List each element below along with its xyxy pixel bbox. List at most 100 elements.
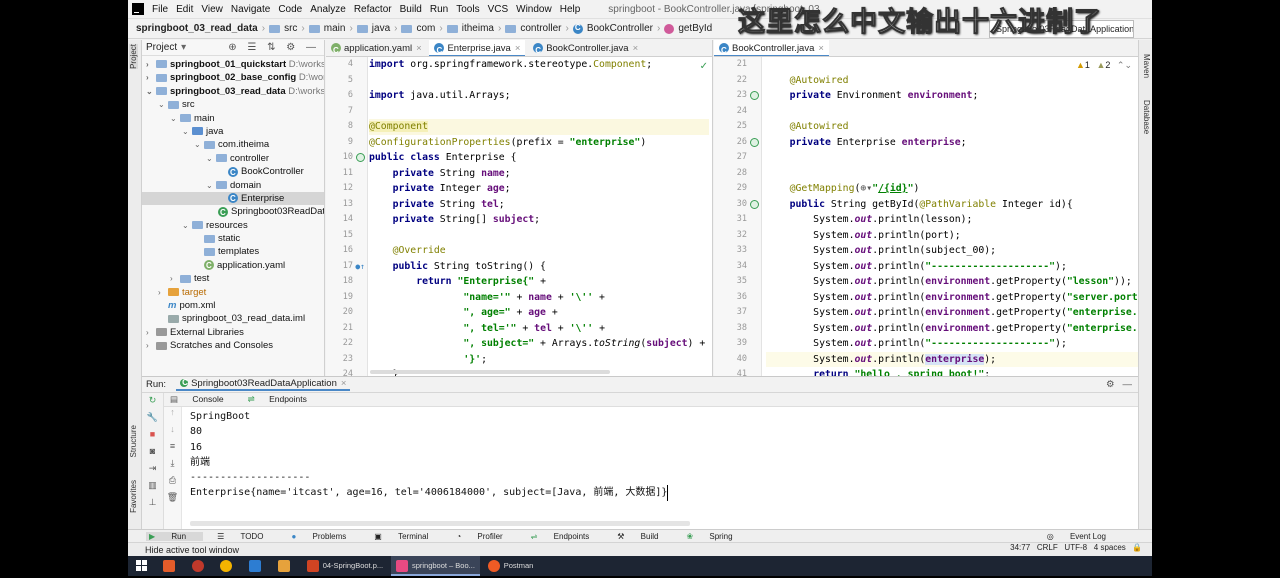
spring-bean-gutter-icon[interactable] [750,91,759,100]
tab-maven-vertical[interactable]: Maven [1142,54,1151,78]
menu-run[interactable]: Run [430,4,448,15]
menu-refactor[interactable]: Refactor [354,4,392,15]
exit-icon[interactable]: ⇥ [142,463,163,480]
menu-build[interactable]: Build [400,4,422,15]
tree-item-folder[interactable]: › target [142,286,324,299]
taskbar-app[interactable] [244,556,270,576]
close-icon[interactable]: × [633,43,639,54]
trash-icon[interactable]: 🗑 [164,492,181,509]
scroll-end-icon[interactable]: ⤓ [164,458,181,475]
breadcrumb-itheima[interactable]: itheima [462,23,494,34]
breadcrumb-project[interactable]: springboot_03_read_data [136,23,258,34]
tab-enterprise-java[interactable]: Enterprise.java× [429,40,526,56]
tree-item-package[interactable]: ⌄ controller [142,152,324,165]
taskbar-app[interactable] [187,556,213,576]
menu-vcs[interactable]: VCS [488,4,509,15]
menu-edit[interactable]: Edit [176,4,193,15]
project-title[interactable]: Project [146,42,177,53]
arrow-down-icon[interactable]: ↓ [164,424,181,441]
tab-database-vertical[interactable]: Database [1142,100,1151,134]
tree-item-file[interactable]: springboot_03_read_data.iml [142,312,324,325]
override-gutter-icon[interactable]: ●↑ [355,259,365,275]
toolwin-event-log[interactable]: ◎ Event Log [1047,532,1120,541]
gear-icon[interactable]: ⚙ [1106,379,1115,390]
editor-right-code[interactable]: @Autowired private Environment environme… [766,57,1138,376]
toolwin-build[interactable]: ⚒ Build [617,532,672,541]
hide-icon[interactable]: — [1123,379,1133,390]
menu-analyze[interactable]: Analyze [310,4,346,15]
breadcrumb-java[interactable]: java [372,23,390,34]
pin-icon[interactable]: ⊥ [142,497,163,514]
toolwin-spring[interactable]: ❀ Spring [686,532,746,541]
toolwin-problems[interactable]: ● Problems [291,532,360,541]
breadcrumb-com[interactable]: com [416,23,435,34]
tree-item-module[interactable]: ⌄springboot_03_read_data D:\worksp [142,85,324,98]
tree-item-folder[interactable]: › test [142,272,324,285]
taskbar-postman[interactable]: Postman [483,556,539,576]
tree-item-class[interactable]: Springboot03ReadDataA [142,205,324,219]
breadcrumb-main[interactable]: main [324,23,346,34]
taskbar-app[interactable] [215,556,241,576]
tab-project-vertical[interactable]: Project [129,44,138,69]
rerun-icon[interactable]: ↻ [142,395,163,412]
taskbar-powerpoint[interactable]: 04-SpringBoot.p... [302,556,388,576]
line-separator[interactable]: CRLF [1037,543,1058,552]
taskbar-intellij[interactable]: springboot – Boo... [390,556,480,576]
layout-icon[interactable]: ▥ [142,480,163,497]
menu-help[interactable]: Help [560,4,581,15]
tree-item-file[interactable]: application.yaml [142,259,324,273]
tree-item-folder[interactable]: ⌄ src [142,98,324,111]
breadcrumb-src[interactable]: src [284,23,297,34]
tree-item-scratches[interactable]: › Scratches and Consoles [142,339,324,352]
tree-item-folder[interactable]: templates [142,245,324,258]
tree-item-folder[interactable]: ⌄ resources [142,219,324,232]
tree-item-class-selected[interactable]: Enterprise [142,191,324,206]
editor-left-code[interactable]: import org.springframework.stereotype.Co… [369,57,709,376]
breadcrumb-bookcontroller[interactable]: BookController [587,23,653,34]
soft-wrap-icon[interactable]: ≡ [164,441,181,458]
tab-bookcontroller-java[interactable]: BookController.java× [528,40,643,56]
run-config-tab[interactable]: Springboot03ReadDataApplication× [176,378,351,391]
tab-endpoints[interactable]: ⇌ Endpoints [248,394,319,405]
tab-bookcontroller-java[interactable]: BookController.java× [714,40,829,56]
tree-item-libraries[interactable]: › External Libraries [142,326,324,339]
menu-navigate[interactable]: Navigate [231,4,270,15]
console-output[interactable]: SpringBoot 80 16 前端 --------------------… [190,409,1130,519]
spring-mapping-gutter-icon[interactable] [750,199,759,209]
toolwin-profiler[interactable]: ◔ Profiler [456,532,516,541]
spring-bean-gutter-icon[interactable] [356,153,365,162]
print-icon[interactable]: ⎙ [164,475,181,492]
close-icon[interactable]: × [341,378,347,389]
tab-favorites-vertical[interactable]: Favorites [129,480,138,513]
tab-structure-vertical[interactable]: Structure [129,425,138,457]
windows-start-icon[interactable] [136,560,147,571]
tree-item-folder[interactable]: ⌄ java [142,125,324,138]
tree-item-folder[interactable]: ⌄ main [142,112,324,125]
menu-code[interactable]: Code [278,4,302,15]
tree-item-package[interactable]: ⌄ com.itheima [142,138,324,151]
menu-file[interactable]: File [152,4,168,15]
tree-item-folder[interactable]: static [142,232,324,245]
project-toolbar-icons[interactable]: ⊕ ☰ ⇅ ⚙ — [228,42,320,53]
menu-tools[interactable]: Tools [456,4,479,15]
toolwin-todo[interactable]: ☰ TODO [217,532,277,541]
tab-console[interactable]: ▤ Console [170,394,236,405]
toolwin-run[interactable]: ▶ Run [146,531,204,541]
indent-setting[interactable]: 4 spaces [1094,543,1126,552]
file-encoding[interactable]: UTF-8 [1064,543,1087,552]
toolwin-endpoints[interactable]: ⇌ Endpoints [531,532,604,541]
menu-window[interactable]: Window [516,4,552,15]
tab-application-yaml[interactable]: application.yaml× [326,40,427,56]
spring-bean-gutter-icon[interactable] [750,137,759,147]
tree-item-module[interactable]: ›springboot_02_base_config D:\work [142,71,324,84]
close-icon[interactable]: × [416,43,422,54]
caret-position[interactable]: 34:77 [1010,543,1030,552]
tree-item-file[interactable]: m pom.xml [142,299,324,312]
tree-item-class[interactable]: BookController [142,165,324,179]
toolwin-terminal[interactable]: ▣ Terminal [374,532,442,541]
arrow-up-icon[interactable]: ↑ [164,407,181,424]
taskbar-app[interactable] [158,556,184,576]
breadcrumb-getbyid[interactable]: getById [678,23,712,34]
tree-item-package[interactable]: ⌄ domain [142,179,324,192]
tree-item-module[interactable]: › springboot_01_quickstart D:\works [142,58,324,71]
